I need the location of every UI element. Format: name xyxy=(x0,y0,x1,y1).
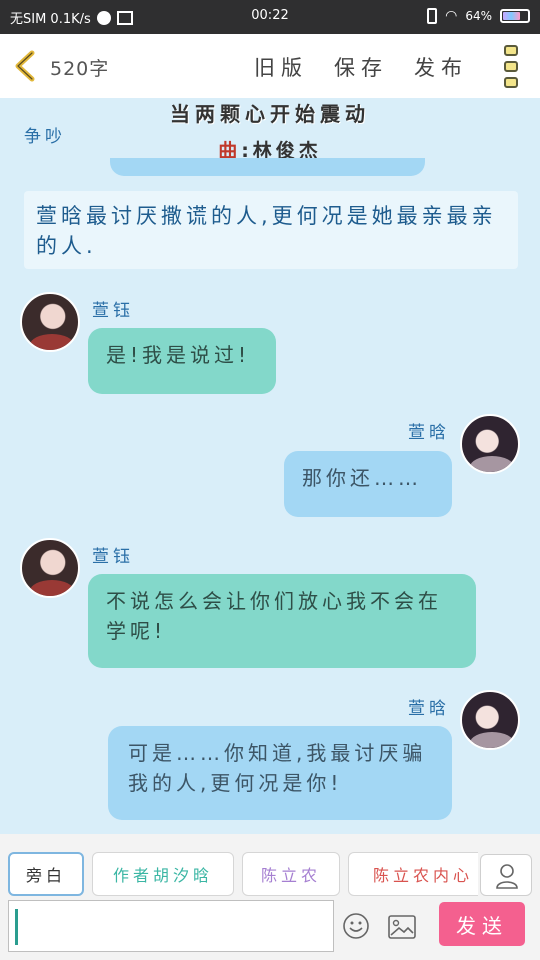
menu-dot xyxy=(504,77,518,88)
battery-percent: 64% xyxy=(465,9,492,23)
avatar-xuanyu[interactable] xyxy=(20,538,80,598)
speaker-name: 萱钰 xyxy=(92,301,134,321)
smiley-icon xyxy=(343,913,369,939)
role-selector: 旁白 作者胡汐晗 陈立农 陈立农内心 xyxy=(8,852,478,896)
role-chip-author[interactable]: 作者胡汐晗 xyxy=(92,852,234,896)
role-chip-chen-linong[interactable]: 陈立农 xyxy=(242,852,340,896)
text-caret xyxy=(15,909,18,945)
image-icon xyxy=(388,915,416,939)
chat-area[interactable]: 当两颗心开始震动 曲:林俊杰 争吵 萱晗最讨厌撒谎的人,更何况是她最亲最亲的人.… xyxy=(0,98,540,834)
previous-message-bubble[interactable] xyxy=(110,158,425,176)
word-count: 520字 xyxy=(50,58,110,80)
role-chip-narrator[interactable]: 旁白 xyxy=(8,852,84,896)
old-version-button[interactable]: 旧版 xyxy=(254,52,308,82)
speaker-name: 萱钰 xyxy=(92,547,134,567)
battery-icon xyxy=(500,9,530,23)
message-bubble[interactable]: 那你还…… xyxy=(284,451,452,517)
add-character-button[interactable] xyxy=(480,854,532,896)
battery-fill xyxy=(503,12,520,20)
emoji-button[interactable] xyxy=(342,912,370,940)
avatar-xuanyu[interactable] xyxy=(20,292,80,352)
more-menu-icon[interactable] xyxy=(504,45,518,88)
scene-label: 争吵 xyxy=(24,127,66,147)
menu-dot xyxy=(504,45,518,56)
status-bar: 无SIM 0.1K/s 00:22 ◠ 64% xyxy=(0,0,540,34)
back-button[interactable] xyxy=(12,50,40,82)
narration-block[interactable]: 萱晗最讨厌撒谎的人,更何况是她最亲最亲的人. xyxy=(24,191,518,269)
speaker-name: 萱晗 xyxy=(408,699,450,719)
editor-toolbar: 520字 旧版 保存 发布 xyxy=(0,34,540,98)
message-bubble[interactable]: 是!我是说过! xyxy=(88,328,276,394)
avatar-xuanhan[interactable] xyxy=(460,690,520,750)
publish-button[interactable]: 发布 xyxy=(414,52,468,82)
vibrate-icon xyxy=(427,8,438,24)
role-chip-chen-linong-inner[interactable]: 陈立农内心 xyxy=(348,852,478,896)
send-button[interactable]: 发送 xyxy=(439,902,525,946)
avatar-xuanhan[interactable] xyxy=(460,414,520,474)
person-icon xyxy=(496,864,518,889)
speaker-name: 萱晗 xyxy=(408,423,450,443)
chevron-left-icon xyxy=(15,50,35,82)
composer: 旁白 作者胡汐晗 陈立农 陈立农内心 发送 xyxy=(0,834,540,960)
save-button[interactable]: 保存 xyxy=(334,52,388,82)
wifi-icon: ◠ xyxy=(445,8,458,24)
song-title: 当两颗心开始震动 xyxy=(170,102,370,126)
message-bubble[interactable]: 可是……你知道,我最讨厌骗我的人,更何况是你! xyxy=(108,726,452,820)
menu-dot xyxy=(504,61,518,72)
message-bubble[interactable]: 不说怎么会让你们放心我不会在学呢! xyxy=(88,574,476,668)
message-input[interactable] xyxy=(8,900,334,952)
toolbar-actions: 旧版 保存 发布 xyxy=(254,52,468,82)
status-right: ◠ 64% xyxy=(427,8,530,24)
image-button[interactable] xyxy=(388,914,416,940)
